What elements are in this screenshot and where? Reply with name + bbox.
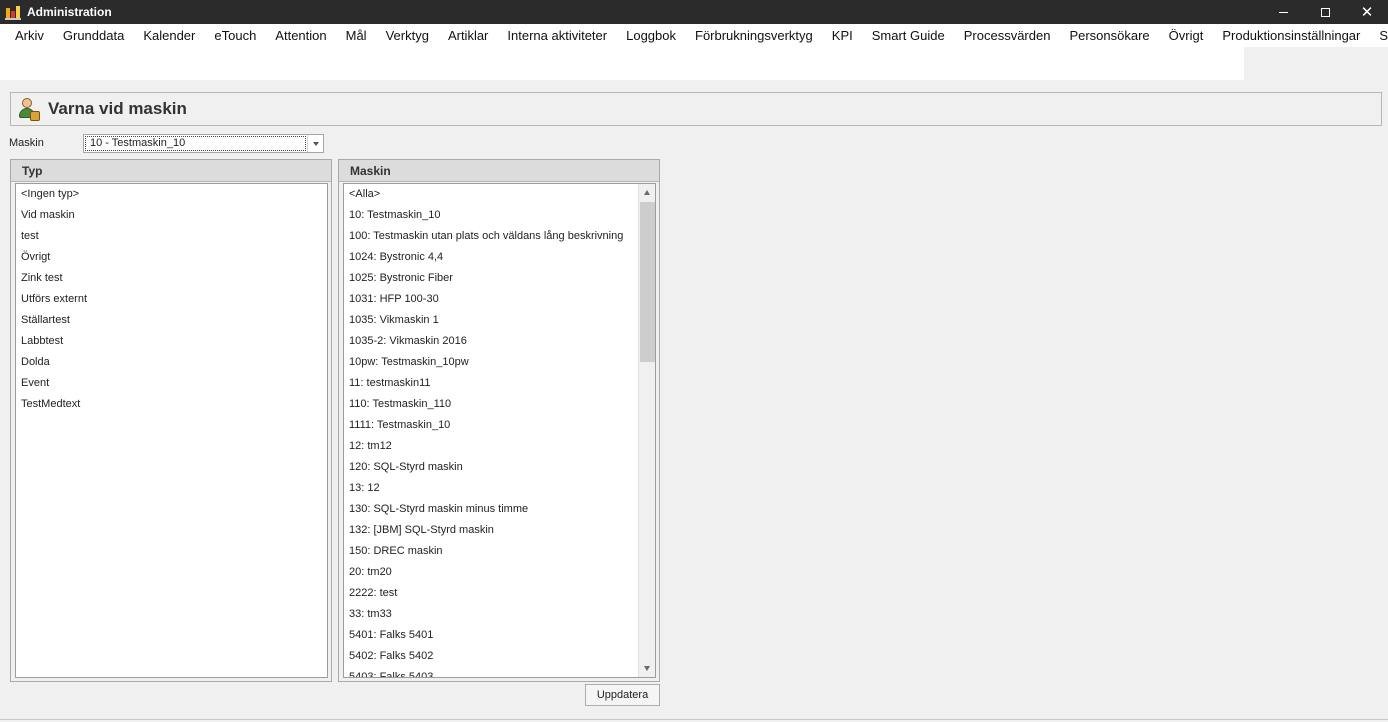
maskin-dropdown-value: 10 - Testmaskin_10 <box>85 136 306 151</box>
menu-mal[interactable]: Mål <box>346 28 367 43</box>
menu-arkiv[interactable]: Arkiv <box>15 28 44 43</box>
menu-grunddata[interactable]: Grunddata <box>63 28 124 43</box>
list-item[interactable]: 150: DREC maskin <box>344 541 655 562</box>
close-icon: ✕ <box>1360 3 1374 21</box>
maskin-panel-header: Maskin <box>339 160 659 182</box>
scroll-up-button[interactable] <box>639 184 655 201</box>
list-item[interactable]: 5402: Falks 5402 <box>344 646 655 667</box>
list-item[interactable]: Labbtest <box>16 331 327 352</box>
page-header: Varna vid maskin <box>10 92 1382 126</box>
list-item[interactable]: 1031: HFP 100-30 <box>344 289 655 310</box>
menu-etouch[interactable]: eTouch <box>214 28 256 43</box>
scroll-thumb[interactable] <box>640 202 655 362</box>
arrow-down-icon <box>644 666 650 671</box>
window-title: Administration <box>27 5 112 19</box>
maximize-icon <box>1320 7 1330 17</box>
list-item[interactable]: 1025: Bystronic Fiber <box>344 268 655 289</box>
menu-personsokare[interactable]: Personsökare <box>1069 28 1149 43</box>
menu-artiklar[interactable]: Artiklar <box>448 28 488 43</box>
list-item[interactable]: 12: tm12 <box>344 436 655 457</box>
typ-panel: Typ <Ingen typ> Vid maskin test Övrigt Z… <box>10 159 332 682</box>
arrow-up-icon <box>644 190 650 195</box>
list-item[interactable]: 130: SQL-Styrd maskin minus timme <box>344 499 655 520</box>
toolbar-area <box>0 47 1244 80</box>
list-item[interactable]: test <box>16 226 327 247</box>
list-item[interactable]: Zink test <box>16 268 327 289</box>
list-item[interactable]: 2222: test <box>344 583 655 604</box>
chevron-down-icon <box>312 141 319 146</box>
list-item[interactable]: Ställartest <box>16 310 327 331</box>
maskin-panel: Maskin <Alla> 10: Testmaskin_10 100: Tes… <box>338 159 660 682</box>
list-item[interactable]: 132: [JBM] SQL-Styrd maskin <box>344 520 655 541</box>
list-item[interactable]: 10: Testmaskin_10 <box>344 205 655 226</box>
menu-bar: Arkiv Grunddata Kalender eTouch Attentio… <box>0 24 1388 47</box>
list-item[interactable]: <Ingen typ> <box>16 184 327 205</box>
typ-panel-header: Typ <box>11 160 331 182</box>
status-divider <box>0 719 1388 720</box>
maskin-list[interactable]: <Alla> 10: Testmaskin_10 100: Testmaskin… <box>343 183 656 678</box>
close-button[interactable]: ✕ <box>1346 0 1388 24</box>
list-item[interactable]: Vid maskin <box>16 205 327 226</box>
menu-forbrukningsverktyg[interactable]: Förbrukningsverktyg <box>695 28 813 43</box>
menu-smart-guide[interactable]: Smart Guide <box>872 28 945 43</box>
list-item[interactable]: Övrigt <box>16 247 327 268</box>
list-item[interactable]: 1035-2: Vikmaskin 2016 <box>344 331 655 352</box>
list-item[interactable]: 13: 12 <box>344 478 655 499</box>
list-item[interactable]: TestMedtext <box>16 394 327 415</box>
maskin-dropdown[interactable]: 10 - Testmaskin_10 <box>83 134 324 153</box>
list-item[interactable]: 1111: Testmaskin_10 <box>344 415 655 436</box>
menu-attention[interactable]: Attention <box>275 28 326 43</box>
maximize-button[interactable] <box>1304 0 1346 24</box>
list-item[interactable]: 100: Testmaskin utan plats och väldans l… <box>344 226 655 247</box>
dropdown-button[interactable] <box>307 135 323 152</box>
list-item[interactable]: 20: tm20 <box>344 562 655 583</box>
list-item[interactable]: 11: testmaskin11 <box>344 373 655 394</box>
list-item[interactable]: 33: tm33 <box>344 604 655 625</box>
menu-interna-aktiviteter[interactable]: Interna aktiviteter <box>507 28 607 43</box>
typ-list[interactable]: <Ingen typ> Vid maskin test Övrigt Zink … <box>15 183 328 678</box>
maskin-list-scrollbar[interactable] <box>638 184 655 677</box>
list-item[interactable]: 120: SQL-Styrd maskin <box>344 457 655 478</box>
list-item[interactable]: 110: Testmaskin_110 <box>344 394 655 415</box>
list-item[interactable]: Event <box>16 373 327 394</box>
list-item[interactable]: Dolda <box>16 352 327 373</box>
list-item[interactable]: 10pw: Testmaskin_10pw <box>344 352 655 373</box>
page-title: Varna vid maskin <box>48 99 187 118</box>
list-item[interactable]: Utförs externt <box>16 289 327 310</box>
menu-ovrigt[interactable]: Övrigt <box>1169 28 1204 43</box>
minimize-icon <box>1278 11 1288 13</box>
title-bar: Administration ✕ <box>0 0 1388 24</box>
app-chart-icon <box>5 4 21 20</box>
update-button[interactable]: Uppdatera <box>585 684 660 706</box>
list-item[interactable]: 5403: Falks 5403 <box>344 667 655 677</box>
menu-kalender[interactable]: Kalender <box>143 28 195 43</box>
menu-loggbok[interactable]: Loggbok <box>626 28 676 43</box>
user-settings-icon <box>16 97 40 121</box>
list-item[interactable]: 1024: Bystronic 4,4 <box>344 247 655 268</box>
minimize-button[interactable] <box>1262 0 1304 24</box>
menu-verktyg[interactable]: Verktyg <box>386 28 429 43</box>
menu-produktionsinstallningar[interactable]: Produktionsinställningar <box>1222 28 1360 43</box>
window-controls: ✕ <box>1262 0 1388 24</box>
list-item[interactable]: 5401: Falks 5401 <box>344 625 655 646</box>
menu-processvarden[interactable]: Processvärden <box>964 28 1051 43</box>
maskin-label: Maskin <box>9 137 44 149</box>
menu-kpi[interactable]: KPI <box>832 28 853 43</box>
scroll-down-button[interactable] <box>639 660 655 677</box>
list-item[interactable]: 1035: Vikmaskin 1 <box>344 310 655 331</box>
menu-skiftoverlamning[interactable]: Skiftöverlämning <box>1379 28 1388 43</box>
list-item[interactable]: <Alla> <box>344 184 655 205</box>
